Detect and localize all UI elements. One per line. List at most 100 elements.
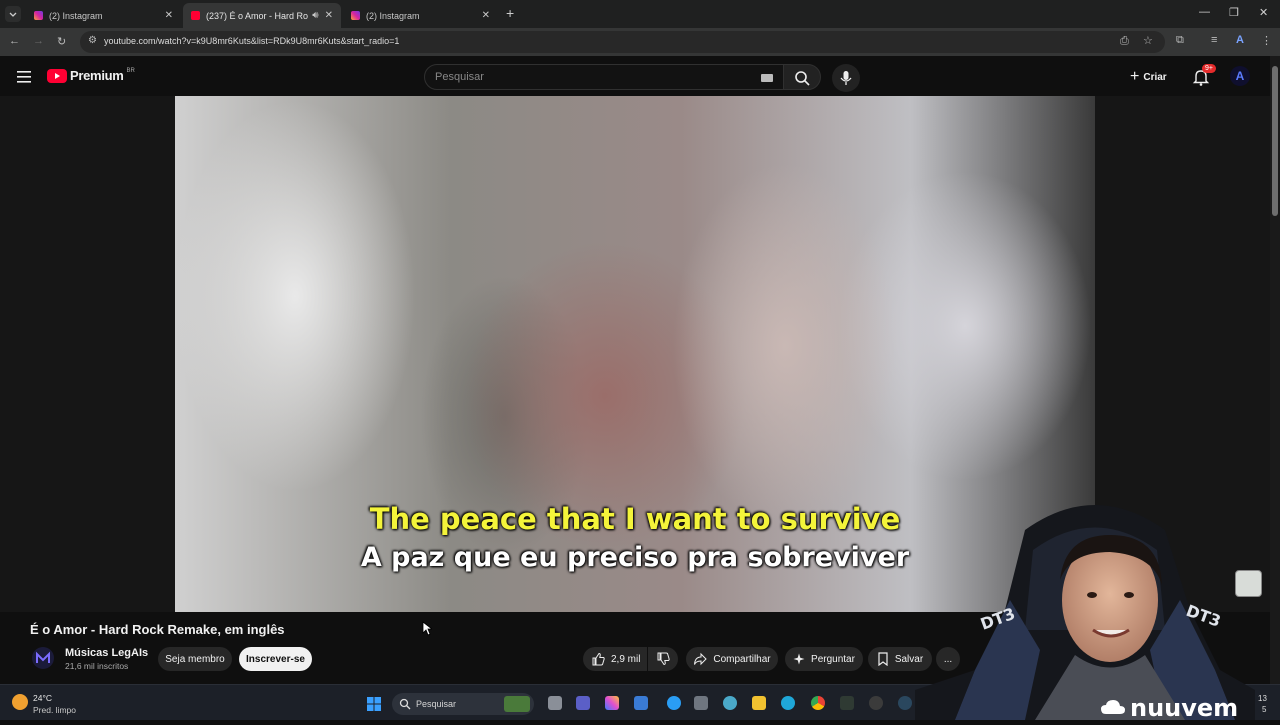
calculator-icon[interactable]	[694, 696, 708, 710]
notifications-button[interactable]: 9+	[1192, 64, 1216, 86]
subscribe-button[interactable]: Inscrever-se	[239, 647, 312, 671]
browser-tab-strip: (2) Instagram ✕ (237) É o Amor - Hard Ro…	[0, 0, 1280, 28]
share-button[interactable]: Compartilhar	[686, 647, 778, 671]
close-window-icon[interactable]: ✕	[1259, 6, 1268, 19]
logo-region: BR	[126, 67, 135, 74]
bookmark-icon	[878, 652, 888, 666]
url-text: youtube.com/watch?v=k9U8mr6Kuts&list=RDk…	[104, 36, 400, 46]
profile-icon[interactable]: A	[1236, 34, 1244, 46]
tab-title: (237) É o Amor - Hard Rock	[206, 10, 309, 21]
ask-button[interactable]: Perguntar	[785, 647, 863, 671]
youtube-masthead: Premium BR Pesquisar + Criar 9+ A	[0, 56, 1270, 96]
extensions-icon[interactable]: ⧉	[1176, 34, 1184, 47]
search-input[interactable]: Pesquisar	[424, 64, 784, 90]
store-icon[interactable]	[634, 696, 648, 710]
youtube-play-icon	[47, 68, 67, 83]
share-icon	[694, 652, 708, 666]
create-label: Criar	[1143, 71, 1167, 83]
reload-icon[interactable]: ↻	[57, 35, 66, 48]
search-button[interactable]	[783, 64, 821, 90]
share-label: Compartilhar	[713, 653, 771, 665]
taskbar-search[interactable]: Pesquisar	[392, 693, 534, 715]
close-tab-icon[interactable]: ✕	[325, 10, 333, 21]
new-tab-button[interactable]: +	[506, 5, 514, 21]
webcam-overlay: DT3 DT3	[915, 490, 1255, 720]
voice-search-button[interactable]	[832, 64, 860, 92]
search-highlight-icon	[504, 696, 530, 712]
back-icon[interactable]: ←	[9, 35, 20, 47]
messenger-icon[interactable]	[667, 696, 681, 710]
keyboard-icon[interactable]	[761, 74, 773, 82]
speaker-icon[interactable]: 🔊︎	[312, 10, 318, 21]
search-icon	[399, 698, 411, 710]
instagram-icon	[34, 11, 43, 20]
like-button[interactable]: 2,9 mil	[583, 647, 647, 671]
tab-search-button[interactable]	[5, 6, 21, 22]
address-bar[interactable]: ⚙︎ youtube.com/watch?v=k9U8mr6Kuts&list=…	[80, 31, 1165, 53]
file-explorer-icon[interactable]	[752, 696, 766, 710]
close-tab-icon[interactable]: ✕	[165, 10, 173, 21]
teams-icon[interactable]	[576, 696, 590, 710]
channel-logo-icon	[36, 651, 50, 663]
obs-icon[interactable]	[869, 696, 883, 710]
weather-condition: Pred. limpo	[33, 705, 76, 715]
guide-menu-icon[interactable]	[17, 70, 31, 83]
youtube-logo[interactable]: Premium BR	[47, 68, 135, 83]
dislike-button[interactable]	[648, 647, 678, 671]
plus-icon: +	[1130, 68, 1140, 85]
youtube-icon	[191, 11, 200, 20]
video-title: É o Amor - Hard Rock Remake, em inglês	[30, 622, 285, 637]
task-view-icon[interactable]	[548, 696, 562, 710]
site-info-icon[interactable]: ⚙︎	[88, 35, 97, 46]
streamer-webcam-image: DT3 DT3	[915, 505, 1255, 720]
browser-toolbar: ← → ↻ ⚙︎ youtube.com/watch?v=k9U8mr6Kuts…	[0, 28, 1280, 56]
stocks-app-icon[interactable]	[840, 696, 854, 710]
browser-tab-youtube[interactable]: (237) É o Amor - Hard Rock 🔊︎ ✕	[183, 3, 341, 28]
media-controls-icon[interactable]: ≡	[1211, 34, 1217, 46]
search-icon	[795, 71, 810, 86]
install-app-icon[interactable]: ⎙	[1120, 35, 1129, 48]
network-app-icon[interactable]	[723, 696, 737, 710]
instagram-icon	[351, 11, 360, 20]
clock-fragment-top: 13	[1258, 694, 1267, 703]
edge-icon[interactable]	[781, 696, 795, 710]
clock-fragment-bottom: 5	[1262, 705, 1267, 714]
copilot-icon[interactable]	[605, 696, 619, 710]
bookmark-star-icon[interactable]: ☆	[1143, 34, 1153, 47]
thumbs-up-icon	[592, 652, 605, 666]
forward-icon[interactable]: →	[33, 35, 44, 47]
browser-tab-instagram-1[interactable]: (2) Instagram ✕	[26, 3, 181, 28]
create-button[interactable]: + Criar	[1130, 68, 1167, 86]
chrome-menu-icon[interactable]: ⋮	[1261, 34, 1272, 47]
weather-temperature: 24°C	[33, 693, 52, 703]
account-initial: A	[1235, 69, 1245, 83]
weather-icon[interactable]	[12, 694, 28, 710]
microphone-icon	[840, 71, 852, 85]
sponsor-watermark: nuuvem	[1130, 694, 1239, 722]
join-button[interactable]: Seja membro	[158, 647, 232, 671]
logo-text: Premium	[70, 68, 124, 83]
account-avatar[interactable]: A	[1230, 66, 1250, 86]
channel-avatar[interactable]	[32, 647, 54, 669]
chevron-down-icon	[9, 12, 17, 17]
notification-badge: 9+	[1202, 64, 1216, 73]
windows-logo-icon	[367, 697, 381, 711]
subscriber-count: 21,6 mil inscritos	[65, 661, 129, 671]
mouse-cursor-icon	[422, 621, 434, 641]
page-scrollbar-thumb[interactable]	[1272, 66, 1278, 216]
channel-name[interactable]: Músicas LegAIs	[65, 647, 148, 659]
close-tab-icon[interactable]: ✕	[482, 10, 490, 21]
tab-title: (2) Instagram	[49, 10, 103, 21]
tab-title: (2) Instagram	[366, 10, 420, 21]
taskbar-search-label: Pesquisar	[416, 699, 457, 709]
browser-tab-instagram-2[interactable]: (2) Instagram ✕	[343, 3, 498, 28]
restore-icon[interactable]: ❐	[1229, 6, 1239, 19]
ask-label: Perguntar	[811, 653, 855, 665]
steam-icon[interactable]	[898, 696, 912, 710]
start-button[interactable]	[367, 697, 381, 711]
cloud-icon	[1100, 698, 1126, 716]
thumbs-down-icon	[657, 652, 670, 666]
chrome-icon[interactable]	[811, 696, 825, 710]
minimize-icon[interactable]: —	[1199, 6, 1210, 18]
search-placeholder: Pesquisar	[435, 71, 484, 83]
